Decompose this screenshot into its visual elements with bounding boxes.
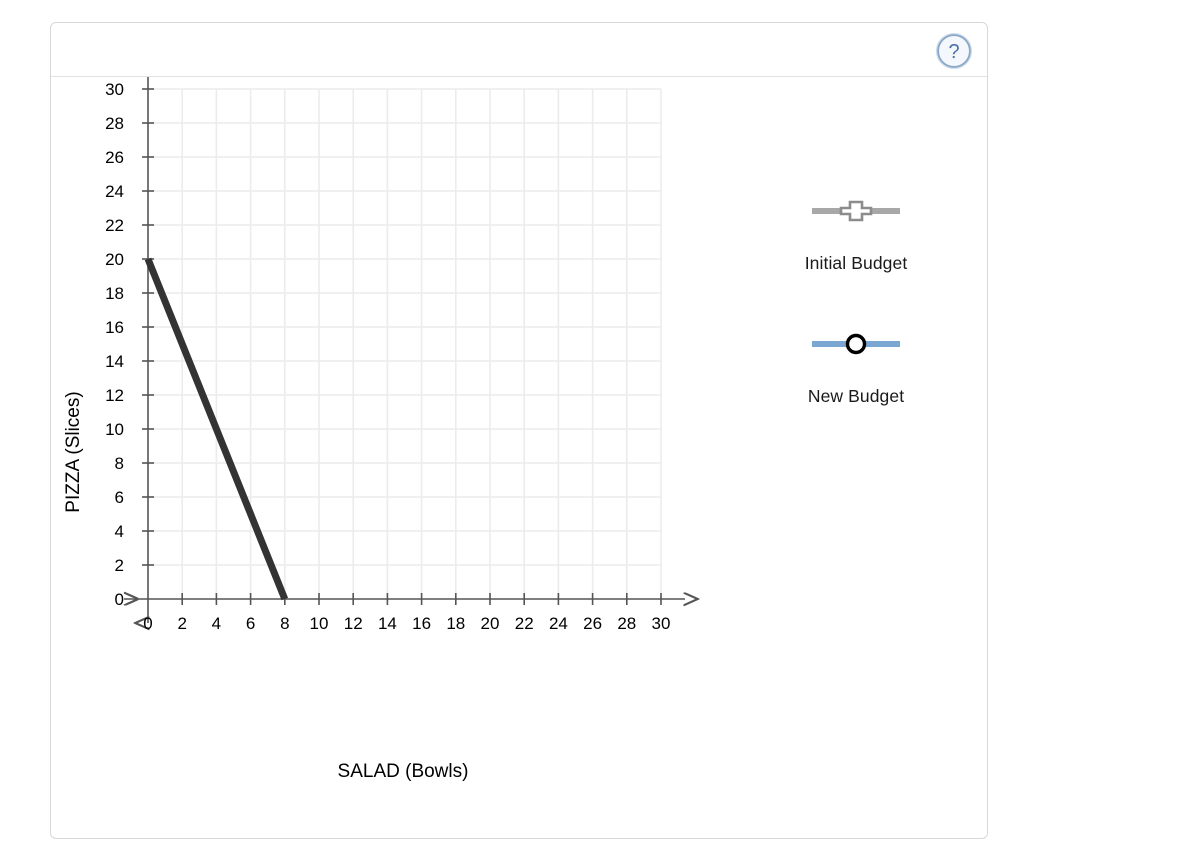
y-axis-label: PIZZA (Slices): [63, 391, 84, 512]
x-tick-label: 30: [652, 614, 671, 633]
x-tick-label: 16: [412, 614, 431, 633]
y-tick-label: 2: [115, 556, 124, 575]
legend-entry-initial-budget[interactable]: Initial Budget: [741, 197, 971, 274]
y-tick-label: 16: [105, 318, 124, 337]
x-tick-label: 20: [481, 614, 500, 633]
chart-axes: [124, 77, 685, 623]
y-tick-label: 26: [105, 148, 124, 167]
y-tick-label: 24: [105, 182, 124, 201]
chart-legend: Initial Budget New Budget: [741, 197, 971, 463]
x-tick-label: 12: [344, 614, 363, 633]
y-tick-label: 20: [105, 250, 124, 269]
y-tick-label: 6: [115, 488, 124, 507]
help-button[interactable]: ?: [935, 32, 973, 70]
x-tick-label: 6: [246, 614, 255, 633]
x-tick-label: 22: [515, 614, 534, 633]
y-tick-label: 14: [105, 352, 124, 371]
x-tick-label: 24: [549, 614, 568, 633]
chart-gridlines: [148, 88, 662, 599]
graph-tool-panel: ? 0 2 4 6 8 10 12 14 16 18 20 22 24 26 2…: [50, 22, 988, 839]
cross-marker-icon: [812, 200, 900, 222]
workspace: 0 2 4 6 8 10 12 14 16 18 20 22 24 26 28 30 0 2 4 6 8 10 12 14 16…: [51, 77, 987, 838]
y-tick-label: 4: [115, 522, 124, 541]
y-tick-label: 12: [105, 386, 124, 405]
legend-label-initial-budget: Initial Budget: [804, 253, 908, 273]
chart-ticks: [142, 88, 662, 605]
legend-swatch-new-budget: [741, 330, 971, 358]
y-tick-label: 28: [105, 114, 124, 133]
y-tick-label: 10: [105, 420, 124, 439]
y-tick-label: 18: [105, 284, 124, 303]
toolbar: ?: [51, 23, 987, 77]
x-tick-label: 26: [583, 614, 602, 633]
y-tick-label: 8: [115, 454, 124, 473]
question-mark-circle-icon: ?: [936, 33, 972, 69]
help-button-label: ?: [948, 41, 959, 63]
y-tick-label: 30: [105, 80, 124, 99]
x-tick-label: 10: [310, 614, 329, 633]
x-axis-label: SALAD (Bowls): [338, 761, 469, 782]
x-tick-label: 0: [143, 614, 152, 633]
x-tick-label: 8: [280, 614, 289, 633]
x-tick-label: 28: [617, 614, 636, 633]
legend-label-new-budget: New Budget: [807, 386, 905, 406]
chart-canvas[interactable]: 0 2 4 6 8 10 12 14 16 18 20 22 24 26 28 300246810121416…: [51, 77, 751, 817]
legend-entry-new-budget[interactable]: New Budget: [741, 330, 971, 407]
x-tick-label: 18: [446, 614, 465, 633]
x-tick-label: 4: [212, 614, 221, 633]
open-circle-marker-icon: [812, 333, 900, 355]
legend-swatch-initial-budget: [741, 197, 971, 225]
y-tick-label: 22: [105, 216, 124, 235]
budget-constraint-chart[interactable]: 0 2 4 6 8 10 12 14 16 18 20 22 24 26 28 30 0 2 4 6 8 10 12 14 16…: [51, 77, 751, 817]
x-tick-label: 14: [378, 614, 397, 633]
x-tick-label: 2: [177, 614, 186, 633]
y-tick-label: 0: [115, 590, 124, 609]
